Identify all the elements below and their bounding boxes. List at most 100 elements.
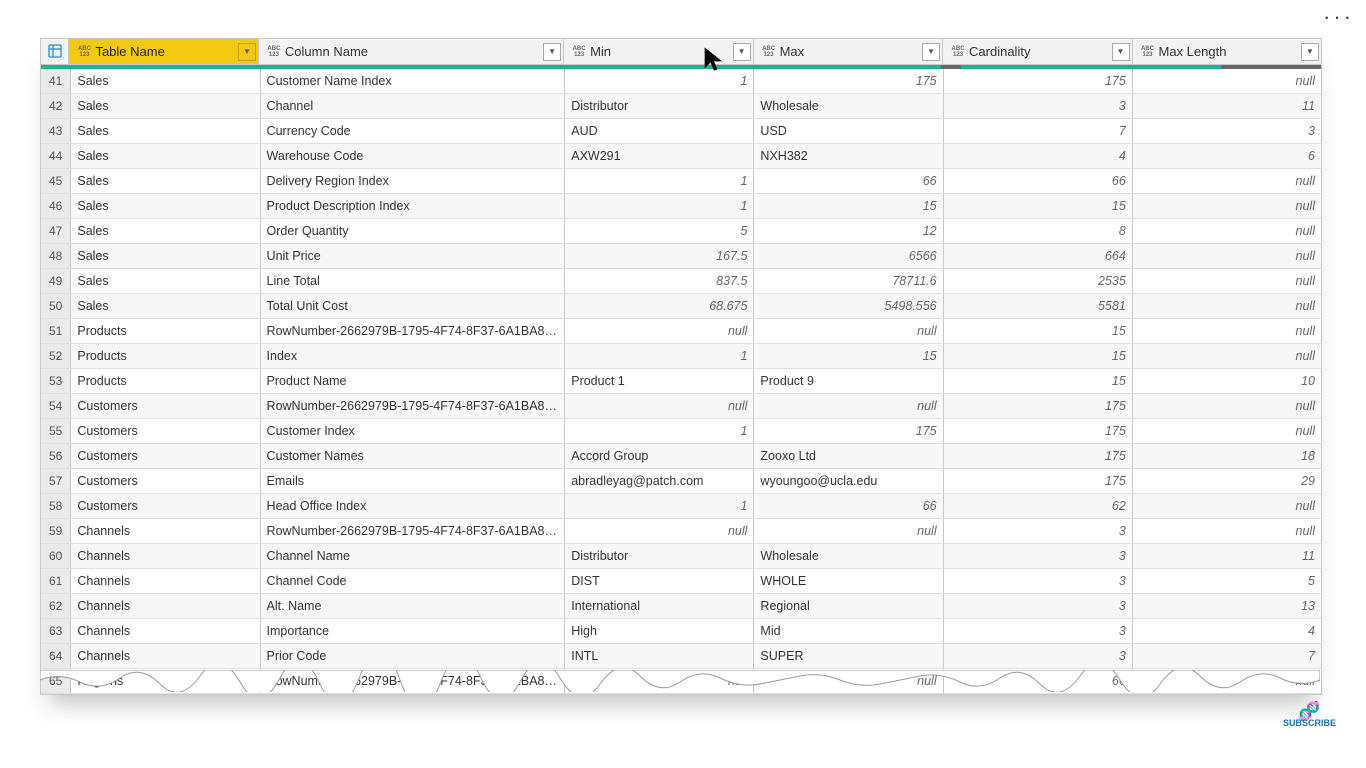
table-cell[interactable]: 12: [754, 219, 943, 243]
table-cell[interactable]: 15: [754, 344, 943, 368]
table-cell[interactable]: RowNumber-2662979B-1795-4F74-8F37-6A1BA8…: [261, 519, 566, 543]
table-cell[interactable]: 5: [565, 219, 754, 243]
table-cell[interactable]: Order Quantity: [261, 219, 566, 243]
table-cell[interactable]: null: [1133, 169, 1321, 193]
filter-dropdown-icon[interactable]: ▼: [543, 43, 561, 61]
table-cell[interactable]: Zooxo Ltd: [754, 444, 943, 468]
row-index[interactable]: 51: [41, 319, 71, 343]
table-cell[interactable]: 175: [944, 69, 1133, 93]
table-row[interactable]: 47SalesOrder Quantity5128null: [41, 219, 1321, 244]
table-row[interactable]: 57CustomersEmailsabradleyag@patch.comwyo…: [41, 469, 1321, 494]
table-cell[interactable]: 167.5: [565, 244, 754, 268]
table-row[interactable]: 54CustomersRowNumber-2662979B-1795-4F74-…: [41, 394, 1321, 419]
filter-dropdown-icon[interactable]: ▼: [1112, 43, 1130, 61]
table-cell[interactable]: 3: [944, 519, 1133, 543]
table-row[interactable]: 63ChannelsImportanceHighMid34: [41, 619, 1321, 644]
table-cell[interactable]: Products: [71, 369, 260, 393]
table-cell[interactable]: AUD: [565, 119, 754, 143]
table-cell[interactable]: USD: [754, 119, 943, 143]
overflow-menu-icon[interactable]: ···: [1323, 4, 1354, 30]
table-cell[interactable]: Wholesale: [754, 544, 943, 568]
column-header-max[interactable]: ABC123 Max ▼: [754, 39, 943, 64]
row-index[interactable]: 64: [41, 644, 71, 668]
filter-dropdown-icon[interactable]: ▼: [922, 43, 940, 61]
table-cell[interactable]: Currency Code: [261, 119, 566, 143]
table-cell[interactable]: Sales: [71, 119, 260, 143]
table-cell[interactable]: 175: [754, 69, 943, 93]
table-cell[interactable]: Accord Group: [565, 444, 754, 468]
table-cell[interactable]: 78711.6: [754, 269, 943, 293]
table-cell[interactable]: Channels: [71, 594, 260, 618]
table-cell[interactable]: 5498.556: [754, 294, 943, 318]
table-row[interactable]: 53ProductsProduct NameProduct 1Product 9…: [41, 369, 1321, 394]
table-cell[interactable]: Channels: [71, 519, 260, 543]
table-cell[interactable]: Alt. Name: [261, 594, 566, 618]
table-cell[interactable]: Sales: [71, 294, 260, 318]
column-header-cardinality[interactable]: ABC123 Cardinality ▼: [943, 39, 1132, 64]
table-row[interactable]: 48SalesUnit Price167.56566664null: [41, 244, 1321, 269]
table-row[interactable]: 52ProductsIndex11515null: [41, 344, 1321, 369]
table-cell[interactable]: 11: [1133, 94, 1321, 118]
table-cell[interactable]: Product Description Index: [261, 194, 566, 218]
table-cell[interactable]: Product 1: [565, 369, 754, 393]
table-cell[interactable]: Sales: [71, 144, 260, 168]
table-cell[interactable]: Customers: [71, 444, 260, 468]
table-cell[interactable]: null: [1133, 294, 1321, 318]
table-cell[interactable]: 1: [565, 169, 754, 193]
table-cell[interactable]: 3: [944, 619, 1133, 643]
table-cell[interactable]: Unit Price: [261, 244, 566, 268]
table-row[interactable]: 60ChannelsChannel NameDistributorWholesa…: [41, 544, 1321, 569]
table-cell[interactable]: null: [565, 669, 754, 693]
table-cell[interactable]: 18: [1133, 444, 1321, 468]
table-row[interactable]: 62ChannelsAlt. NameInternationalRegional…: [41, 594, 1321, 619]
row-index[interactable]: 42: [41, 94, 71, 118]
table-cell[interactable]: Customers: [71, 419, 260, 443]
table-cell[interactable]: null: [565, 519, 754, 543]
table-cell[interactable]: Sales: [71, 169, 260, 193]
column-header-column-name[interactable]: ABC123 Column Name ▼: [259, 39, 564, 64]
row-index[interactable]: 52: [41, 344, 71, 368]
table-cell[interactable]: 3: [1133, 119, 1321, 143]
table-cell[interactable]: null: [1133, 244, 1321, 268]
table-cell[interactable]: 5: [1133, 569, 1321, 593]
table-cell[interactable]: DIST: [565, 569, 754, 593]
table-cell[interactable]: Channels: [71, 619, 260, 643]
table-row[interactable]: 45SalesDelivery Region Index16666null: [41, 169, 1321, 194]
table-cell[interactable]: 175: [944, 469, 1133, 493]
table-row[interactable]: 50SalesTotal Unit Cost68.6755498.5565581…: [41, 294, 1321, 319]
table-cell[interactable]: Wholesale: [754, 94, 943, 118]
table-cell[interactable]: Customer Names: [261, 444, 566, 468]
table-cell[interactable]: abradleyag@patch.com: [565, 469, 754, 493]
table-row[interactable]: 61ChannelsChannel CodeDISTWHOLE35: [41, 569, 1321, 594]
table-cell[interactable]: 1: [565, 419, 754, 443]
table-cell[interactable]: Customers: [71, 469, 260, 493]
table-cell[interactable]: 66: [754, 169, 943, 193]
table-cell[interactable]: SUPER: [754, 644, 943, 668]
table-row[interactable]: 64ChannelsPrior CodeINTLSUPER37: [41, 644, 1321, 669]
table-cell[interactable]: 2535: [944, 269, 1133, 293]
table-cell[interactable]: Customers: [71, 494, 260, 518]
table-cell[interactable]: null: [1133, 194, 1321, 218]
row-index[interactable]: 50: [41, 294, 71, 318]
table-cell[interactable]: Sales: [71, 94, 260, 118]
row-index[interactable]: 56: [41, 444, 71, 468]
table-cell[interactable]: 5581: [944, 294, 1133, 318]
table-cell[interactable]: 3: [944, 644, 1133, 668]
row-index[interactable]: 45: [41, 169, 71, 193]
table-cell[interactable]: wyoungoo@ucla.edu: [754, 469, 943, 493]
table-cell[interactable]: Product 9: [754, 369, 943, 393]
table-cell[interactable]: Prior Code: [261, 644, 566, 668]
row-index[interactable]: 49: [41, 269, 71, 293]
table-cell[interactable]: Warehouse Code: [261, 144, 566, 168]
row-index[interactable]: 53: [41, 369, 71, 393]
filter-dropdown-icon[interactable]: ▼: [238, 43, 256, 61]
table-cell[interactable]: 66: [754, 494, 943, 518]
table-cell[interactable]: 66: [944, 169, 1133, 193]
table-cell[interactable]: null: [1133, 344, 1321, 368]
table-cell[interactable]: 6566: [754, 244, 943, 268]
table-cell[interactable]: Emails: [261, 469, 566, 493]
table-cell[interactable]: Channels: [71, 544, 260, 568]
table-row[interactable]: 58CustomersHead Office Index16662null: [41, 494, 1321, 519]
table-cell[interactable]: null: [1133, 219, 1321, 243]
table-row[interactable]: 59ChannelsRowNumber-2662979B-1795-4F74-8…: [41, 519, 1321, 544]
